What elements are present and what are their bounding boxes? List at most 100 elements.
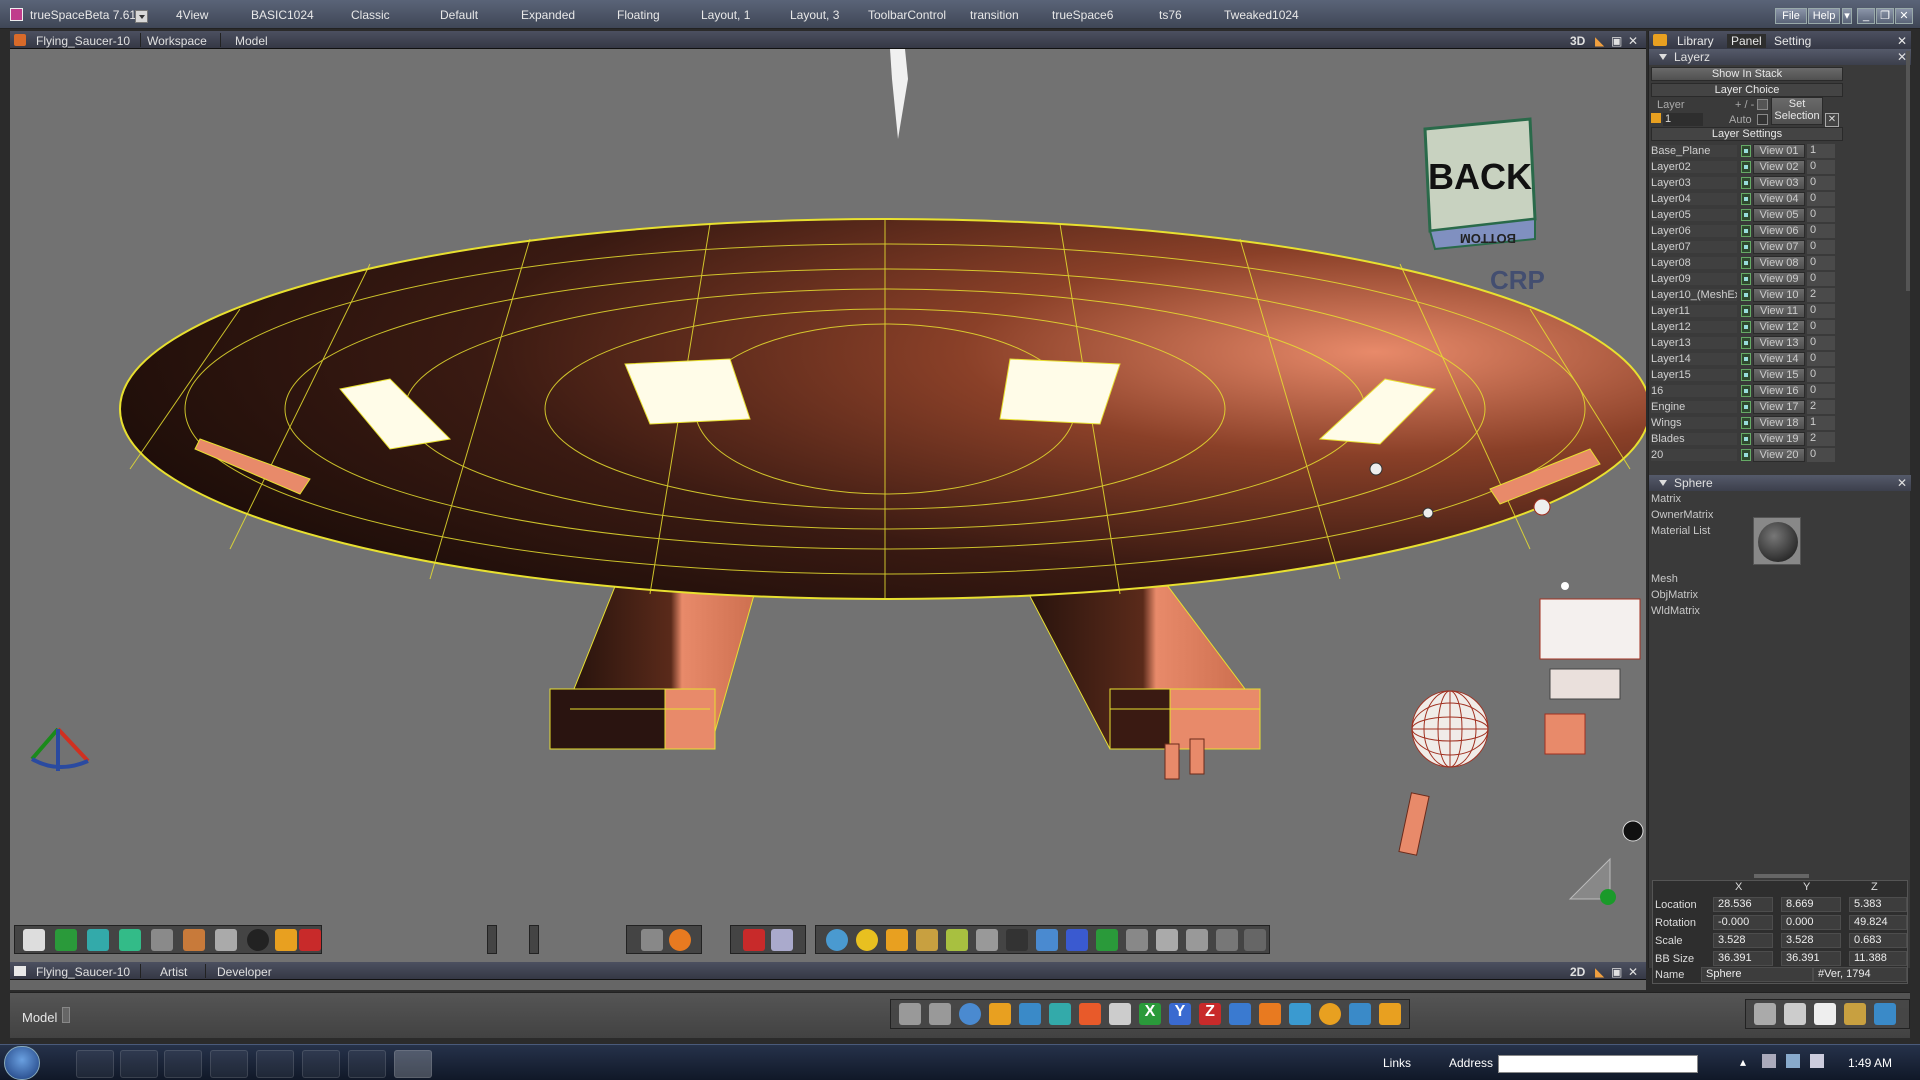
panel-scrollbar[interactable] — [1906, 51, 1910, 291]
layer-view-button[interactable]: View 17 — [1753, 400, 1805, 414]
wave-primitive-icon[interactable] — [1036, 929, 1058, 951]
layer-row[interactable]: Layer10_(MeshEx View 10 2 — [1649, 287, 1911, 303]
restore-icon[interactable]: ❐ — [1876, 8, 1894, 24]
stack-tool-icon[interactable] — [1156, 929, 1178, 951]
layer-name[interactable]: Layer07 — [1651, 241, 1737, 253]
layer-name[interactable]: Base_Plane — [1651, 145, 1737, 157]
layer-view-button[interactable]: View 01 — [1753, 144, 1805, 158]
view-mode-2d[interactable]: 2D — [1570, 965, 1585, 979]
panel-splitter[interactable] — [1754, 874, 1809, 878]
transform-z-field[interactable]: 0.683 — [1849, 933, 1907, 948]
layer-name[interactable]: Layer08 — [1651, 257, 1737, 269]
layer-name[interactable]: Wings — [1651, 417, 1737, 429]
layout-tab-4view[interactable]: 4View — [176, 8, 208, 22]
torus-primitive-icon[interactable] — [856, 929, 878, 951]
layer-row[interactable]: Base_Plane View 01 1 — [1649, 143, 1911, 159]
transform-z-field[interactable]: 49.824 — [1849, 915, 1907, 930]
layer-row[interactable]: 20 View 20 0 — [1649, 447, 1911, 463]
camera-tool-icon[interactable] — [669, 929, 691, 951]
layer-row[interactable]: Layer15 View 15 0 — [1649, 367, 1911, 383]
layer-row[interactable]: Layer02 View 02 0 — [1649, 159, 1911, 175]
layer-name[interactable]: Layer13 — [1651, 337, 1737, 349]
layout-tab-basic1024[interactable]: BASIC1024 — [251, 8, 314, 22]
layer-view-button[interactable]: View 09 — [1753, 272, 1805, 286]
layer-visible-checkbox[interactable] — [1741, 193, 1751, 205]
layer-count[interactable]: 0 — [1807, 208, 1835, 222]
move-tool-icon[interactable] — [899, 1003, 921, 1025]
layer-count[interactable]: 2 — [1807, 288, 1835, 302]
object-tool-icon[interactable] — [55, 929, 77, 951]
layer-visible-checkbox[interactable] — [1741, 161, 1751, 173]
layout-tab-layout-3[interactable]: Layout, 3 — [790, 8, 839, 22]
second-viewport[interactable] — [10, 980, 1646, 990]
layout-tab-classic[interactable]: Classic — [351, 8, 390, 22]
layout-tab-default[interactable]: Default — [440, 8, 478, 22]
tab-panel[interactable]: Panel — [1727, 34, 1766, 48]
pin-icon[interactable]: ◣ — [1595, 34, 1604, 48]
magic-tool-icon[interactable] — [275, 929, 297, 951]
sphere-header[interactable]: Sphere ✕ — [1649, 475, 1911, 491]
navcube-back-label[interactable]: BACK — [1428, 156, 1532, 197]
layer-name[interactable]: Layer10_(MeshEx — [1651, 289, 1737, 301]
layout-dropdown-button[interactable] — [135, 10, 148, 23]
layer-name[interactable]: 16 — [1651, 385, 1737, 397]
layer-row[interactable]: Layer04 View 04 0 — [1649, 191, 1911, 207]
prop-wld-matrix[interactable]: WldMatrix — [1651, 605, 1700, 617]
layer-visible-checkbox[interactable] — [1741, 289, 1751, 301]
layer-row[interactable]: Layer11 View 11 0 — [1649, 303, 1911, 319]
layer-name[interactable]: Layer14 — [1651, 353, 1737, 365]
layer-row[interactable]: Layer07 View 07 0 — [1649, 239, 1911, 255]
minimize-icon[interactable]: _ — [1857, 8, 1875, 24]
object-name-field[interactable]: Sphere — [1701, 967, 1813, 982]
layer-name[interactable]: Layer04 — [1651, 193, 1737, 205]
paint-tool-icon[interactable] — [183, 929, 205, 951]
taskbar-calculator-icon[interactable] — [164, 1050, 202, 1078]
model-field[interactable] — [62, 1007, 70, 1023]
navigation-cube[interactable]: BACK BOTTOM CRP — [1423, 117, 1545, 295]
transform-x-field[interactable]: 28.536 — [1713, 897, 1773, 912]
layer-view-button[interactable]: View 03 — [1753, 176, 1805, 190]
layer-count[interactable]: 0 — [1807, 224, 1835, 238]
layer-count[interactable]: 0 — [1807, 352, 1835, 366]
link-icon[interactable] — [1289, 1003, 1311, 1025]
layer-view-button[interactable]: View 11 — [1753, 304, 1805, 318]
layer-visible-checkbox[interactable] — [1741, 417, 1751, 429]
transform-y-field[interactable]: 36.391 — [1781, 951, 1841, 966]
transform-x-field[interactable]: 36.391 — [1713, 951, 1773, 966]
render-file-icon[interactable] — [1814, 1003, 1836, 1025]
layer-visible-checkbox[interactable] — [1741, 449, 1751, 461]
layer-count[interactable]: 0 — [1807, 368, 1835, 382]
layer-name[interactable]: Layer06 — [1651, 225, 1737, 237]
grid-primitive-icon[interactable] — [886, 929, 908, 951]
prop-material-list[interactable]: Material List — [1651, 525, 1710, 537]
magnet-tool-icon[interactable] — [743, 929, 765, 951]
tab-artist[interactable]: Artist — [160, 965, 187, 979]
layer-count[interactable]: 0 — [1807, 336, 1835, 350]
brush-primitive-icon[interactable] — [946, 929, 968, 951]
panel-home-icon[interactable] — [1653, 34, 1667, 46]
sphere-object[interactable] — [1411, 690, 1489, 768]
mesh-tool-icon[interactable] — [1244, 929, 1266, 951]
z-axis-icon[interactable]: Z — [1199, 1003, 1221, 1025]
layout-tab-toolbarcontrol[interactable]: ToolbarControl — [868, 8, 946, 22]
select-arrow-icon[interactable] — [23, 929, 45, 951]
tab-library[interactable]: Library — [1677, 34, 1714, 48]
layer-count[interactable]: 0 — [1807, 240, 1835, 254]
view-mode-3d[interactable]: 3D — [1570, 34, 1585, 48]
prop-mesh[interactable]: Mesh — [1651, 573, 1678, 585]
taskbar-explorer-icon[interactable] — [76, 1050, 114, 1078]
layout-tab-truespace6[interactable]: trueSpace6 — [1052, 8, 1113, 22]
layer-view-button[interactable]: View 13 — [1753, 336, 1805, 350]
layer-visible-checkbox[interactable] — [1741, 401, 1751, 413]
layer-count[interactable]: 0 — [1807, 304, 1835, 318]
taskbar-firefox-icon[interactable] — [302, 1050, 340, 1078]
layer-view-button[interactable]: View 07 — [1753, 240, 1805, 254]
layer-view-button[interactable]: View 20 — [1753, 448, 1805, 462]
cube-tool-icon[interactable] — [87, 929, 109, 951]
gear-primitive-icon[interactable] — [916, 929, 938, 951]
layer-count[interactable]: 2 — [1807, 400, 1835, 414]
axis-gizmo[interactable] — [30, 727, 90, 771]
layer-name[interactable]: Layer12 — [1651, 321, 1737, 333]
uv-tool-icon[interactable] — [1126, 929, 1148, 951]
layer-name[interactable]: Engine — [1651, 401, 1737, 413]
